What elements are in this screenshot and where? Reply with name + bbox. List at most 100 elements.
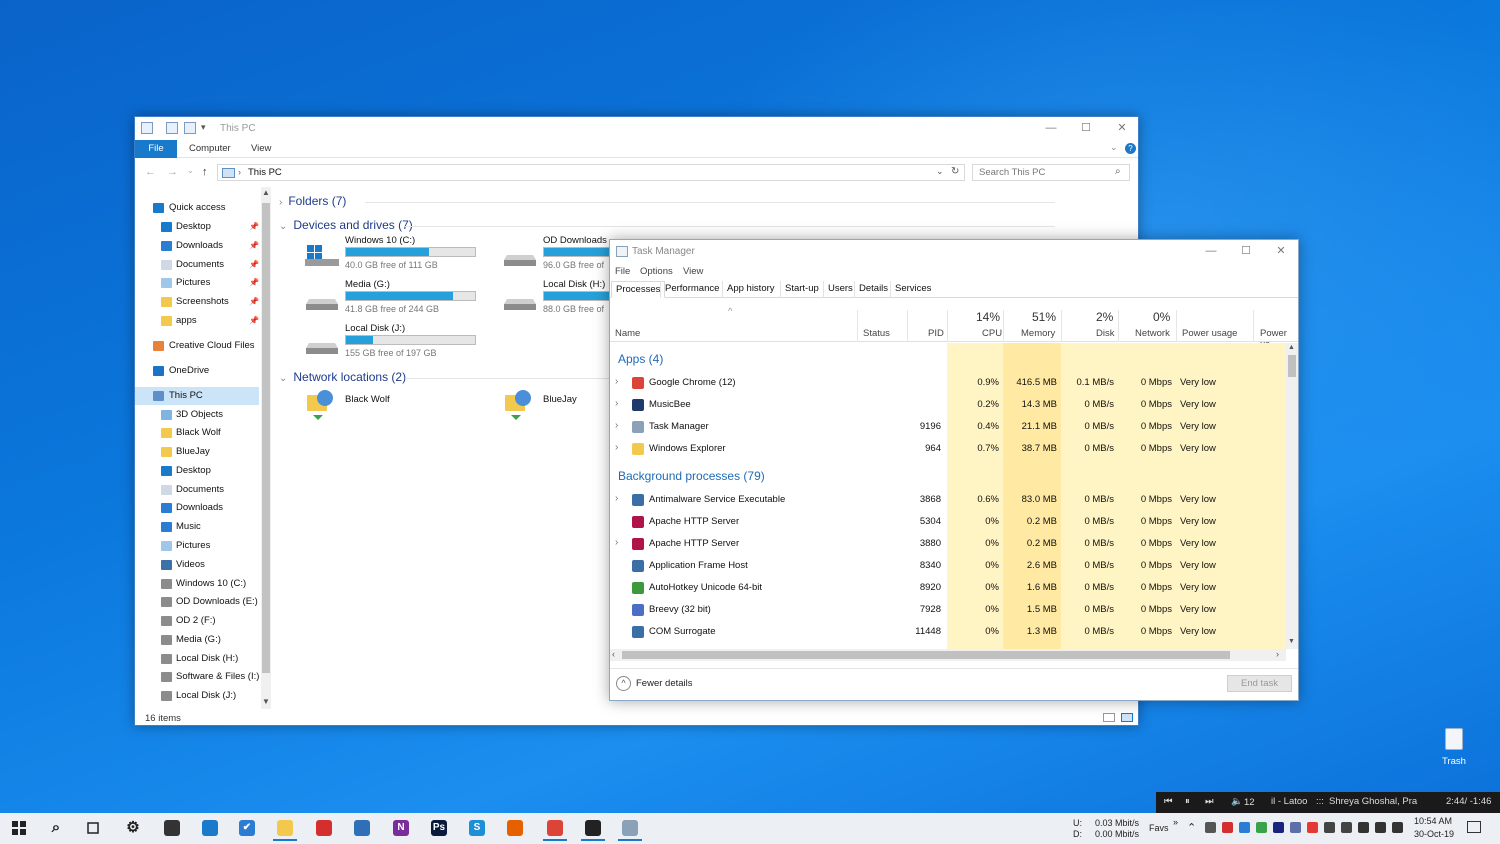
close-icon[interactable]: ✕ [1270,244,1292,258]
process-row[interactable]: Apache HTTP Server 5304 0% 0.2 MB 0 MB/s 0 Mb… [610,511,1286,533]
process-row[interactable]: › Task Manager 9196 0.4% 21.1 MB 0 MB/s 0 Mbps… [610,416,1286,438]
clock-time[interactable]: 10:54 AM [1414,816,1452,826]
toolbar-expand-icon[interactable]: » [1173,817,1178,827]
nav-item-software-files-i-[interactable]: Software & Files (I:) [135,668,259,686]
scroll-left-icon[interactable]: ‹ [612,649,615,659]
process-row[interactable]: › Google Chrome (12) 0.9% 416.5 MB 0.1 MB/s 0… [610,372,1286,394]
nav-item-pictures[interactable]: Pictures 📌 [135,274,259,292]
nav-item-creative-cloud-files[interactable]: Creative Cloud Files [135,337,259,355]
tab-users[interactable]: Users [823,281,857,298]
up-arrow-icon[interactable]: ↑ [202,166,208,178]
nav-item-desktop[interactable]: Desktop 📌 [135,218,259,236]
customize-toolbar-icon[interactable]: ▾ [201,122,206,133]
menu-view[interactable]: View [683,266,703,277]
address-dropdown-icon[interactable]: ⌄ [936,166,944,177]
settings-icon[interactable]: ⚙ [118,816,148,841]
favs-toolbar[interactable]: Favs [1149,823,1169,833]
nav-item-documents[interactable]: Documents [135,481,259,499]
drive-windows-10-c-[interactable]: Windows 10 (C:) 40.0 GB free of 111 GB [305,235,495,277]
tab-startup[interactable]: Start-up [780,281,823,298]
horizontal-scroll-thumb[interactable] [622,651,1230,659]
wifi-icon[interactable] [1375,822,1386,833]
column-name[interactable]: Name [615,328,640,339]
nav-item-od-downloads-e-[interactable]: OD Downloads (E:) [135,593,259,611]
tab-processes[interactable]: Processes [611,281,666,298]
network-icon[interactable] [1358,822,1369,833]
tray-app-icon[interactable] [1307,822,1318,833]
clock-date[interactable]: 30-Oct-19 [1414,829,1454,839]
explorer-titlebar[interactable]: ▾ This PC — ☐ ✕ [135,117,1138,140]
tab-details[interactable]: Details [854,281,892,298]
speaker-icon[interactable] [1392,822,1403,833]
scroll-down-icon[interactable]: ▼ [262,697,270,706]
chevron-right-icon[interactable]: › [615,398,618,409]
nav-item-this-pc[interactable]: This PC [135,387,259,405]
expand-ribbon-icon[interactable]: ⌄ [1110,142,1118,153]
tab-services[interactable]: Services [890,281,935,298]
pin-icon[interactable]: 📌 [249,274,259,292]
maximize-icon[interactable]: ☐ [1075,121,1097,135]
notification-center-icon[interactable] [1467,821,1481,833]
task-view-icon[interactable] [78,816,108,841]
trash-desktop-icon[interactable]: Trash [1436,728,1472,770]
nav-item-quick-access[interactable]: Quick access [135,199,259,217]
start-button[interactable] [4,816,34,841]
nav-item-documents[interactable]: Documents 📌 [135,256,259,274]
vertical-scroll-thumb[interactable] [1288,355,1296,377]
fewer-details-button[interactable]: ^ Fewer details [616,676,736,694]
pause-icon[interactable]: ⏸ [1185,796,1190,807]
forward-arrow-icon[interactable]: → [167,166,178,178]
chrome-icon[interactable] [540,816,570,841]
menu-options[interactable]: Options [640,266,673,277]
snagit-icon[interactable]: S [462,816,492,841]
show-hidden-icons[interactable]: ⌃ [1187,821,1196,834]
tab-file[interactable]: File [135,140,177,158]
maximize-icon[interactable]: ☐ [1235,244,1257,258]
process-row[interactable]: › Apache HTTP Server 3880 0% 0.2 MB 0 MB/s 0 M… [610,533,1286,555]
nav-item-videos[interactable]: Videos [135,556,259,574]
nav-item-onedrive[interactable]: OneDrive [135,362,259,380]
nav-item-media-g-[interactable]: Media (G:) [135,631,259,649]
next-track-icon[interactable]: ⏭ [1205,796,1214,807]
app-red-icon[interactable] [309,816,339,841]
group-devices-header[interactable]: ⌄ Devices and drives (7) [279,218,413,232]
process-row[interactable]: › Windows Explorer 964 0.7% 38.7 MB 0 MB/s 0 M… [610,438,1286,460]
breadcrumb-chevron-icon[interactable]: › [238,167,241,177]
nav-item-desktop[interactable]: Desktop [135,462,259,480]
scroll-down-icon[interactable]: ▼ [1288,638,1295,645]
chevron-right-icon[interactable]: › [615,420,618,431]
tray-app-icon[interactable] [1290,822,1301,833]
column-memory[interactable]: Memory [1021,328,1055,339]
breadcrumb[interactable]: This PC [248,167,282,178]
large-icons-view-icon[interactable] [1121,713,1133,722]
column-network[interactable]: Network [1135,328,1170,339]
checkbox-icon[interactable] [166,122,178,134]
nav-item-downloads[interactable]: Downloads [135,499,259,517]
column-cpu[interactable]: CPU [982,328,1002,339]
tray-dark-icon[interactable] [1273,822,1284,833]
nav-item-local-disk-j-[interactable]: Local Disk (J:) [135,687,259,705]
nav-scroll-thumb[interactable] [262,203,270,673]
end-task-button[interactable]: End task [1227,675,1292,692]
nav-item-apps[interactable]: apps 📌 [135,312,259,330]
minimize-icon[interactable]: — [1200,244,1222,258]
scroll-up-icon[interactable]: ▲ [1288,344,1295,351]
volume-icon[interactable]: 🔈 [1231,796,1243,807]
terminal-icon[interactable] [157,816,187,841]
chevron-right-icon[interactable]: › [615,442,618,453]
process-row[interactable]: › Antimalware Service Executable 3868 0.6% 8… [610,489,1286,511]
firefox-icon[interactable] [500,816,530,841]
refresh-icon[interactable]: ↻ [951,166,959,177]
search-icon[interactable]: ⌕ [1115,166,1121,177]
task-manager-icon[interactable] [615,816,645,841]
github-icon[interactable] [347,816,377,841]
tray-app-icon[interactable] [1324,822,1335,833]
pin-icon[interactable]: 📌 [249,218,259,236]
tab-performance[interactable]: Performance [660,281,723,298]
tray-app-icon[interactable] [1205,822,1216,833]
process-row[interactable]: Breevy (32 bit) 7928 0% 1.5 MB 0 MB/s 0 Mbps V… [610,599,1286,621]
nav-item-pictures[interactable]: Pictures [135,537,259,555]
search-input[interactable]: Search This PC ⌕ [972,164,1130,181]
back-arrow-icon[interactable]: ← [145,166,156,178]
tab-app-history[interactable]: App history [722,281,779,298]
